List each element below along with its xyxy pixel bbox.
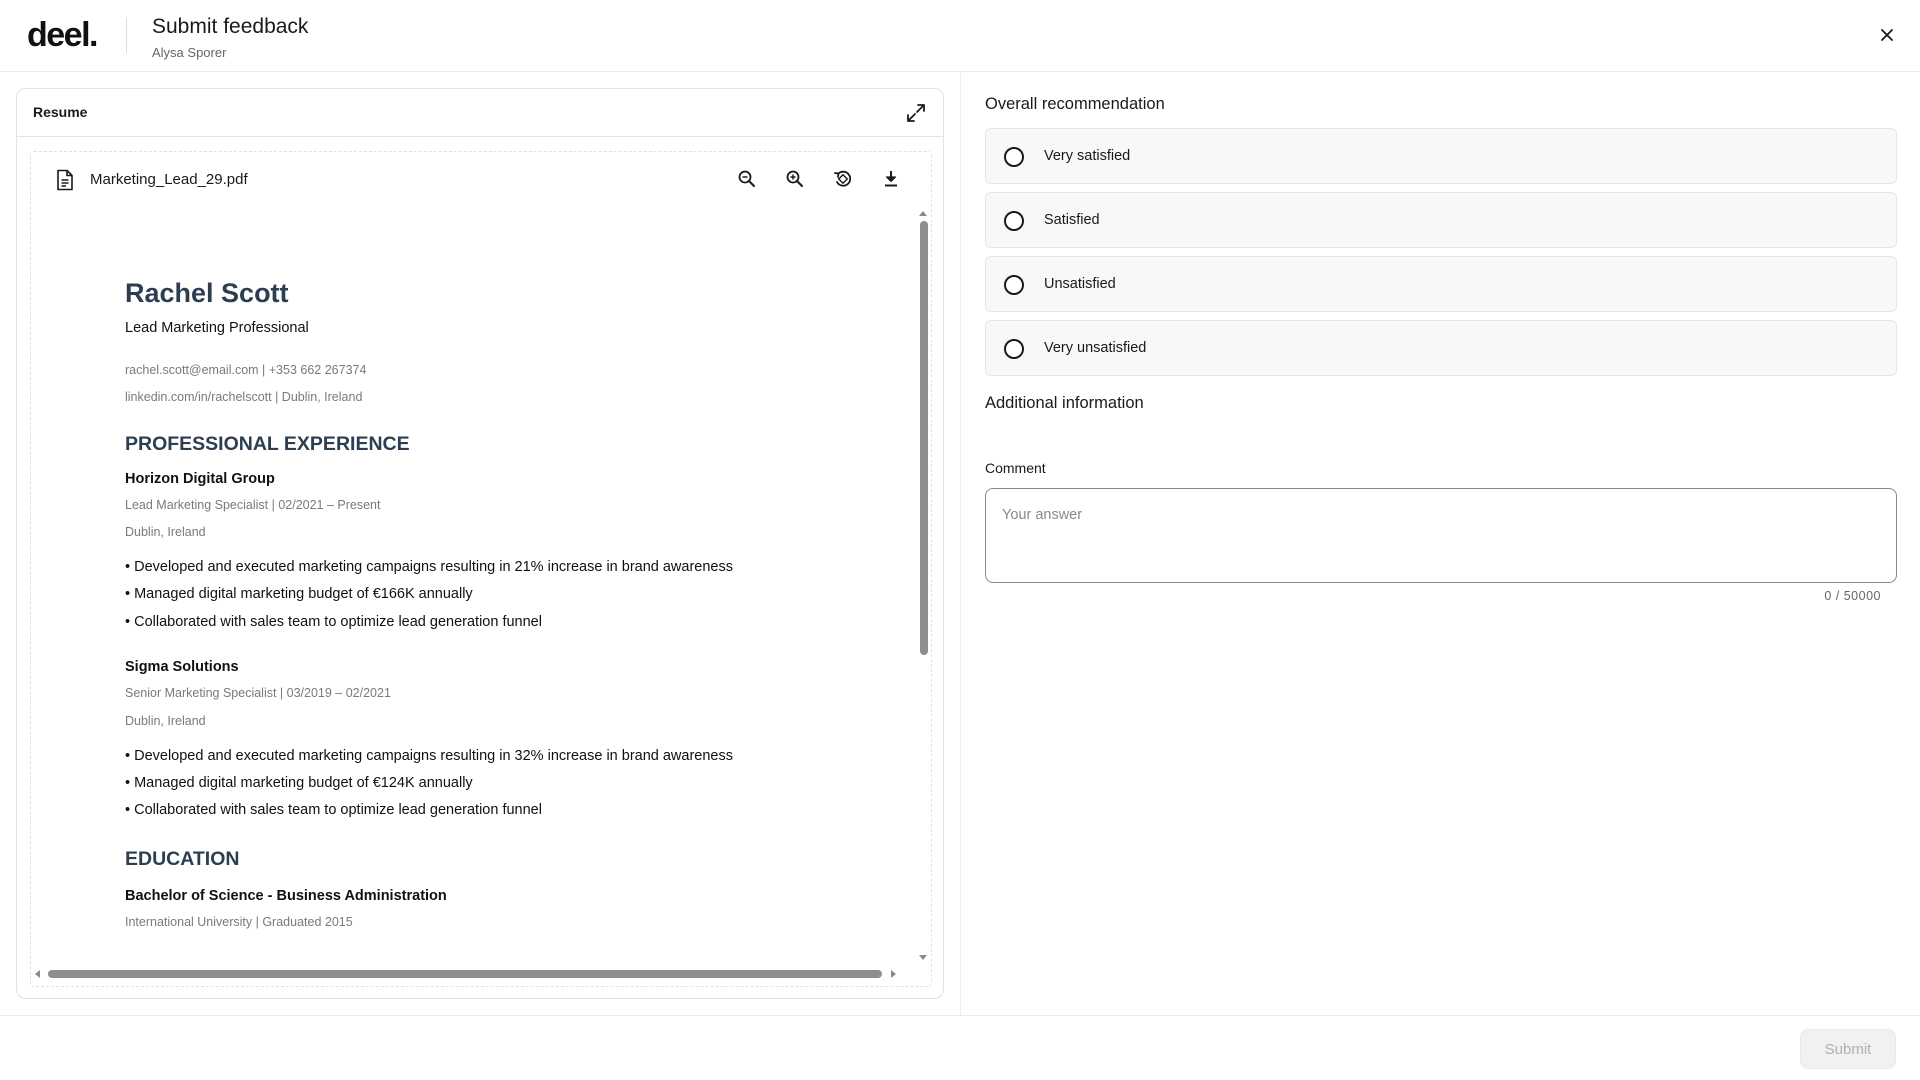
scroll-up-icon[interactable] (919, 211, 927, 216)
radio-label: Satisfied (1044, 212, 1100, 228)
resume-bullet: • Developed and executed marketing campa… (125, 748, 733, 764)
expand-icon (907, 104, 925, 122)
pdf-page: Rachel Scott Lead Marketing Professional… (31, 207, 916, 964)
header-divider (126, 17, 127, 53)
footer-bar: Submit (0, 1015, 1920, 1080)
vertical-scroll-thumb[interactable] (920, 221, 928, 655)
radio-option-very-satisfied[interactable]: Very satisfied (985, 128, 1897, 184)
resume-bullet: • Developed and executed marketing campa… (125, 559, 733, 575)
radio-button[interactable] (1004, 275, 1024, 295)
radio-label: Unsatisfied (1044, 276, 1116, 292)
resume-location: Dublin, Ireland (125, 525, 206, 539)
deel-logo[interactable]: deel. (27, 16, 98, 55)
resume-position: Senior Marketing Specialist | 03/2019 – … (125, 686, 391, 700)
comment-label: Comment (985, 460, 1046, 476)
resume-bullet: • Collaborated with sales team to optimi… (125, 614, 542, 630)
resume-bullet: • Managed digital marketing budget of €1… (125, 586, 473, 602)
horizontal-scrollbar[interactable] (31, 962, 916, 986)
resume-name: Rachel Scott (125, 278, 289, 308)
radio-button[interactable] (1004, 211, 1024, 231)
download-button[interactable] (880, 168, 902, 190)
scroll-left-icon[interactable] (35, 970, 40, 978)
zoom-out-button[interactable] (736, 168, 758, 190)
vertical-scrollbar[interactable] (916, 207, 931, 964)
comment-textarea[interactable] (985, 488, 1897, 583)
pdf-toolbar: Marketing_Lead_29.pdf (31, 152, 931, 207)
rotate-icon (834, 170, 852, 187)
top-bar: deel. Submit feedback Alysa Sporer (0, 0, 1920, 72)
resume-company: Horizon Digital Group (125, 471, 275, 487)
radio-option-satisfied[interactable]: Satisfied (985, 192, 1897, 248)
resume-bullet: • Managed digital marketing budget of €1… (125, 775, 473, 791)
download-icon (885, 171, 897, 187)
resume-card-title: Resume (33, 104, 88, 120)
scroll-right-icon[interactable] (891, 970, 896, 978)
radio-button[interactable] (1004, 147, 1024, 167)
resume-contact-line: linkedin.com/in/rachelscott | Dublin, Ir… (125, 390, 363, 404)
resume-company: Sigma Solutions (125, 659, 239, 675)
resume-location: Dublin, Ireland (125, 714, 206, 728)
close-button[interactable] (1876, 24, 1898, 46)
character-counter: 0 / 50000 (1824, 589, 1881, 603)
submit-button[interactable]: Submit (1800, 1029, 1896, 1069)
candidate-name: Alysa Sporer (152, 45, 227, 60)
radio-button[interactable] (1004, 339, 1024, 359)
zoom-in-icon (786, 170, 803, 187)
rotate-button[interactable] (832, 168, 854, 190)
file-icon (57, 169, 73, 191)
resume-degree: Bachelor of Science - Business Administr… (125, 888, 447, 904)
resume-bullet: • Collaborated with sales team to optimi… (125, 802, 542, 818)
scroll-down-icon[interactable] (919, 955, 927, 960)
resume-panel: Resume Marketing_Lead_29.pdf Rachel Scot… (0, 72, 961, 1015)
radio-option-very-unsatisfied[interactable]: Very unsatisfied (985, 320, 1897, 376)
zoom-in-button[interactable] (784, 168, 806, 190)
radio-option-unsatisfied[interactable]: Unsatisfied (985, 256, 1897, 312)
resume-contact-line: rachel.scott@email.com | +353 662 267374 (125, 363, 367, 377)
resume-section-heading: PROFESSIONAL EXPERIENCE (125, 433, 410, 455)
horizontal-scroll-thumb[interactable] (48, 970, 882, 978)
resume-position: Lead Marketing Specialist | 02/2021 – Pr… (125, 498, 381, 512)
recommendation-heading: Overall recommendation (985, 95, 1165, 113)
close-icon (1881, 29, 1893, 41)
zoom-out-icon (738, 170, 755, 187)
resume-card: Resume Marketing_Lead_29.pdf Rachel Scot… (16, 88, 944, 999)
radio-label: Very satisfied (1044, 148, 1131, 164)
radio-label: Very unsatisfied (1044, 340, 1147, 356)
file-name: Marketing_Lead_29.pdf (90, 171, 248, 188)
resume-section-heading: EDUCATION (125, 848, 240, 870)
feedback-form: Overall recommendation Very satisfied Sa… (962, 72, 1920, 1015)
resume-card-header: Resume (17, 89, 943, 137)
pdf-viewer: Marketing_Lead_29.pdf Rachel Scott Lead … (30, 151, 932, 987)
resume-role: Lead Marketing Professional (125, 320, 309, 336)
additional-info-heading: Additional information (985, 394, 1144, 412)
expand-button[interactable] (905, 102, 927, 124)
resume-school: International University | Graduated 201… (125, 915, 353, 929)
page-title: Submit feedback (152, 15, 309, 38)
